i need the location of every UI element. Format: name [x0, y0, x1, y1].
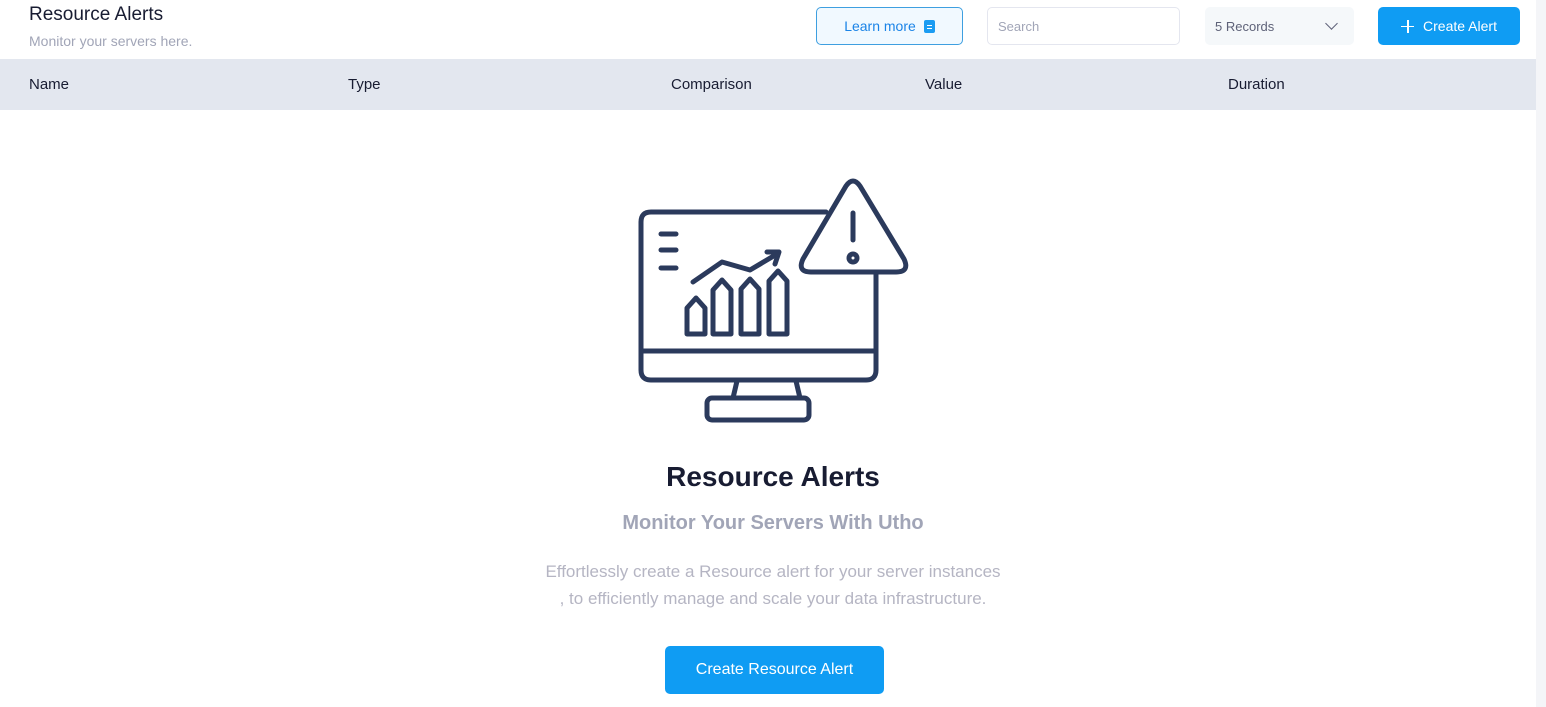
create-alert-button[interactable]: Create Alert [1378, 7, 1520, 45]
empty-state-subtitle: Monitor Your Servers With Utho [622, 512, 924, 534]
monitor-alert-icon [638, 178, 909, 423]
chevron-down-icon [1325, 17, 1338, 30]
table-header: Name Type Comparison Value Duration [0, 59, 1536, 110]
column-header-duration[interactable]: Duration [1228, 76, 1285, 93]
scrollbar-track[interactable] [1536, 0, 1546, 707]
column-header-type[interactable]: Type [348, 76, 381, 93]
plus-icon [1401, 19, 1415, 33]
page-subtitle: Monitor your servers here. [29, 33, 193, 49]
create-resource-alert-button[interactable]: Create Resource Alert [665, 646, 884, 694]
empty-state-description-line-2: , to efficiently manage and scale your d… [559, 589, 987, 608]
page-header: Resource Alerts Monitor your servers her… [0, 0, 1536, 59]
learn-more-label: Learn more [844, 18, 916, 34]
search-input[interactable] [987, 7, 1180, 45]
page-title: Resource Alerts [29, 4, 164, 25]
create-alert-label: Create Alert [1423, 18, 1497, 34]
empty-state-description-line-1: Effortlessly create a Resource alert for… [545, 562, 1001, 581]
empty-state-description: Effortlessly create a Resource alert for… [493, 558, 1053, 612]
learn-more-button[interactable]: Learn more [816, 7, 963, 45]
column-header-name[interactable]: Name [29, 76, 69, 93]
empty-state-title: Resource Alerts [666, 461, 880, 492]
records-label: 5 Records [1215, 18, 1275, 34]
records-per-page-select[interactable]: 5 Records [1205, 7, 1354, 45]
document-icon [923, 19, 935, 33]
column-header-comparison[interactable]: Comparison [671, 76, 752, 93]
column-header-value[interactable]: Value [925, 76, 962, 93]
